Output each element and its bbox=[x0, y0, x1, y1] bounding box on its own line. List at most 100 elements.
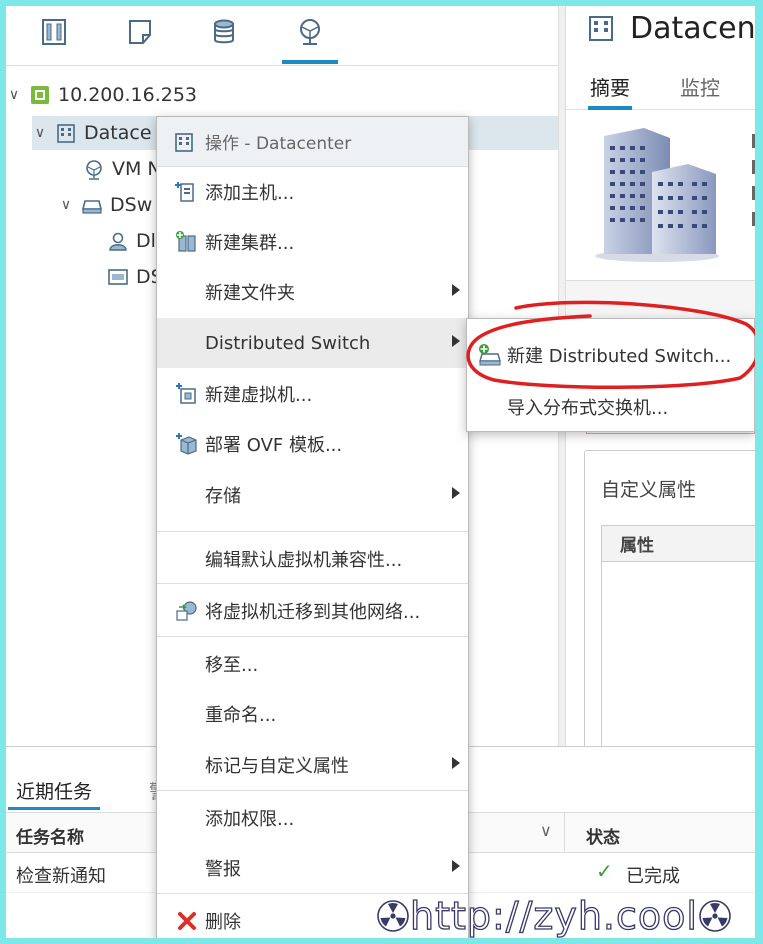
vms-templates-tab[interactable] bbox=[118, 12, 162, 52]
menu-item-alarms[interactable]: 警报 bbox=[157, 843, 468, 893]
migrate-network-icon bbox=[173, 597, 201, 625]
submenu-item-label: 导入分布式交换机... bbox=[507, 398, 669, 419]
app-frame: ∨ 10.200.16.253 ∨ Datace VM N ∨ DSw Dl D… bbox=[6, 6, 755, 938]
menu-item-label: 新建集群... bbox=[205, 233, 295, 254]
datacenter-label: Datace bbox=[84, 122, 152, 144]
object-title: Datacen bbox=[586, 6, 755, 50]
task-name-cell: 检查新通知 bbox=[16, 866, 106, 887]
chevron-down-icon[interactable]: ∨ bbox=[540, 821, 552, 840]
networking-icon bbox=[300, 19, 320, 45]
menu-item-label: 新建文件夹 bbox=[205, 283, 295, 304]
tree-item-portgroup[interactable]: Dl bbox=[106, 224, 156, 258]
new-distributed-switch-icon bbox=[479, 344, 501, 366]
attribute-column-header[interactable]: 属性 bbox=[602, 526, 755, 562]
chevron-down-icon[interactable]: ∨ bbox=[6, 87, 22, 103]
uplink-icon bbox=[106, 265, 130, 289]
tree-item-vcenter[interactable]: ∨ 10.200.16.253 bbox=[6, 78, 197, 112]
portgroup-label: Dl bbox=[136, 230, 156, 252]
object-title-text: Datacen bbox=[630, 10, 755, 46]
tree-item-dswitch[interactable]: ∨ DSw bbox=[58, 188, 152, 222]
hosts-clusters-tab[interactable] bbox=[32, 12, 76, 52]
datacenter-illustration bbox=[595, 128, 719, 262]
storage-tab[interactable] bbox=[202, 12, 246, 52]
menu-item-label: 重命名... bbox=[205, 705, 277, 726]
custom-attributes-title: 自定义属性 bbox=[601, 479, 697, 501]
context-menu-title: 操作 - Datacenter bbox=[205, 134, 352, 154]
tab-recent-tasks[interactable]: 近期任务 bbox=[7, 777, 101, 810]
distributed-switch-submenu: 新建 Distributed Switch... 导入分布式交换机... bbox=[466, 318, 755, 432]
datacenter-icon bbox=[589, 16, 613, 41]
networking-tab[interactable] bbox=[282, 12, 338, 64]
menu-item-edit-vm-compat[interactable]: 编辑默认虚拟机兼容性... bbox=[157, 534, 468, 584]
truncated-info bbox=[752, 134, 755, 238]
menu-item-migrate-network[interactable]: 将虚拟机迁移到其他网络... bbox=[157, 586, 468, 636]
new-vm-icon bbox=[173, 380, 201, 408]
menu-item-deploy-ovf[interactable]: 部署 OVF 模板... bbox=[157, 419, 468, 469]
custom-attributes-grid: 属性 bbox=[601, 525, 755, 746]
menu-divider bbox=[157, 790, 468, 791]
menu-item-label: 标记与自定义属性 bbox=[205, 756, 349, 777]
datacenter-icon bbox=[175, 132, 193, 152]
object-tabs: 摘要 监控 bbox=[566, 66, 755, 110]
dswitch-label: DSw bbox=[110, 194, 153, 216]
vms-templates-icon bbox=[129, 20, 151, 44]
menu-item-label: 添加权限... bbox=[205, 809, 295, 830]
menu-item-label: 添加主机... bbox=[205, 183, 295, 204]
delete-icon bbox=[173, 907, 201, 935]
tree-item-uplinks[interactable]: DS bbox=[106, 260, 163, 294]
menu-item-tags-attributes[interactable]: 标记与自定义属性 bbox=[157, 740, 468, 790]
menu-item-new-distributed-switch[interactable]: 新建 Distributed Switch... bbox=[467, 329, 755, 381]
menu-item-label: 存储 bbox=[205, 486, 241, 507]
tab-summary[interactable]: 摘要 bbox=[588, 72, 632, 110]
submenu-arrow-icon bbox=[452, 757, 460, 769]
menu-item-label: 新建虚拟机... bbox=[205, 385, 313, 406]
submenu-arrow-icon bbox=[452, 335, 460, 347]
submenu-item-label: 新建 Distributed Switch... bbox=[507, 346, 732, 367]
menu-divider bbox=[157, 583, 468, 584]
menu-item-storage[interactable]: 存储 bbox=[157, 470, 468, 520]
menu-item-move-to[interactable]: 移至... bbox=[157, 639, 468, 689]
watermark: http://zyh.cool bbox=[376, 888, 732, 938]
chevron-down-icon[interactable]: ∨ bbox=[32, 125, 48, 141]
submenu-arrow-icon bbox=[452, 487, 460, 499]
task-name-column[interactable]: 任务名称 bbox=[16, 823, 84, 848]
menu-item-new-cluster[interactable]: 新建集群... bbox=[157, 217, 468, 267]
menu-item-rename[interactable]: 重命名... bbox=[157, 689, 468, 739]
portgroup-icon bbox=[106, 229, 130, 253]
distributed-switch-icon bbox=[80, 193, 104, 217]
vcenter-label: 10.200.16.253 bbox=[58, 84, 198, 106]
menu-item-label: 删除 bbox=[205, 912, 241, 933]
column-divider bbox=[564, 813, 565, 853]
radiation-icon bbox=[699, 900, 731, 932]
menu-item-new-folder[interactable]: 新建文件夹 bbox=[157, 267, 468, 317]
add-host-icon bbox=[173, 178, 201, 206]
submenu-arrow-icon bbox=[452, 284, 460, 296]
new-cluster-icon bbox=[173, 228, 201, 256]
navigator-tabs bbox=[6, 6, 558, 66]
hosts-clusters-icon bbox=[42, 19, 66, 45]
menu-item-distributed-switch[interactable]: Distributed Switch bbox=[157, 318, 468, 368]
submenu-arrow-icon bbox=[452, 860, 460, 872]
watermark-text: http://zyh.cool bbox=[409, 893, 698, 938]
vm-network-label: VM N bbox=[112, 158, 162, 180]
network-icon bbox=[82, 157, 106, 181]
chevron-down-icon[interactable]: ∨ bbox=[58, 197, 74, 213]
menu-item-add-host[interactable]: 添加主机... bbox=[157, 167, 468, 217]
menu-item-new-vm[interactable]: 新建虚拟机... bbox=[157, 369, 468, 419]
deploy-ovf-icon bbox=[173, 430, 201, 458]
menu-divider bbox=[157, 531, 468, 532]
menu-item-import-distributed-switch[interactable]: 导入分布式交换机... bbox=[467, 381, 755, 433]
check-icon: ✓ bbox=[596, 859, 613, 883]
menu-item-add-permission[interactable]: 添加权限... bbox=[157, 793, 468, 843]
custom-attributes-card: 自定义属性 属性 bbox=[584, 450, 755, 746]
datacenter-icon bbox=[54, 121, 78, 145]
status-column[interactable]: 状态 bbox=[586, 823, 620, 848]
context-menu-header: 操作 - Datacenter bbox=[157, 117, 468, 167]
tree-item-vm-network[interactable]: VM N bbox=[82, 152, 162, 186]
storage-icon bbox=[214, 19, 234, 44]
menu-item-label: 警报 bbox=[205, 859, 241, 880]
radiation-icon bbox=[377, 900, 409, 932]
vcenter-icon bbox=[28, 83, 52, 107]
tab-monitor[interactable]: 监控 bbox=[680, 72, 720, 101]
menu-item-label: 编辑默认虚拟机兼容性... bbox=[205, 550, 403, 571]
